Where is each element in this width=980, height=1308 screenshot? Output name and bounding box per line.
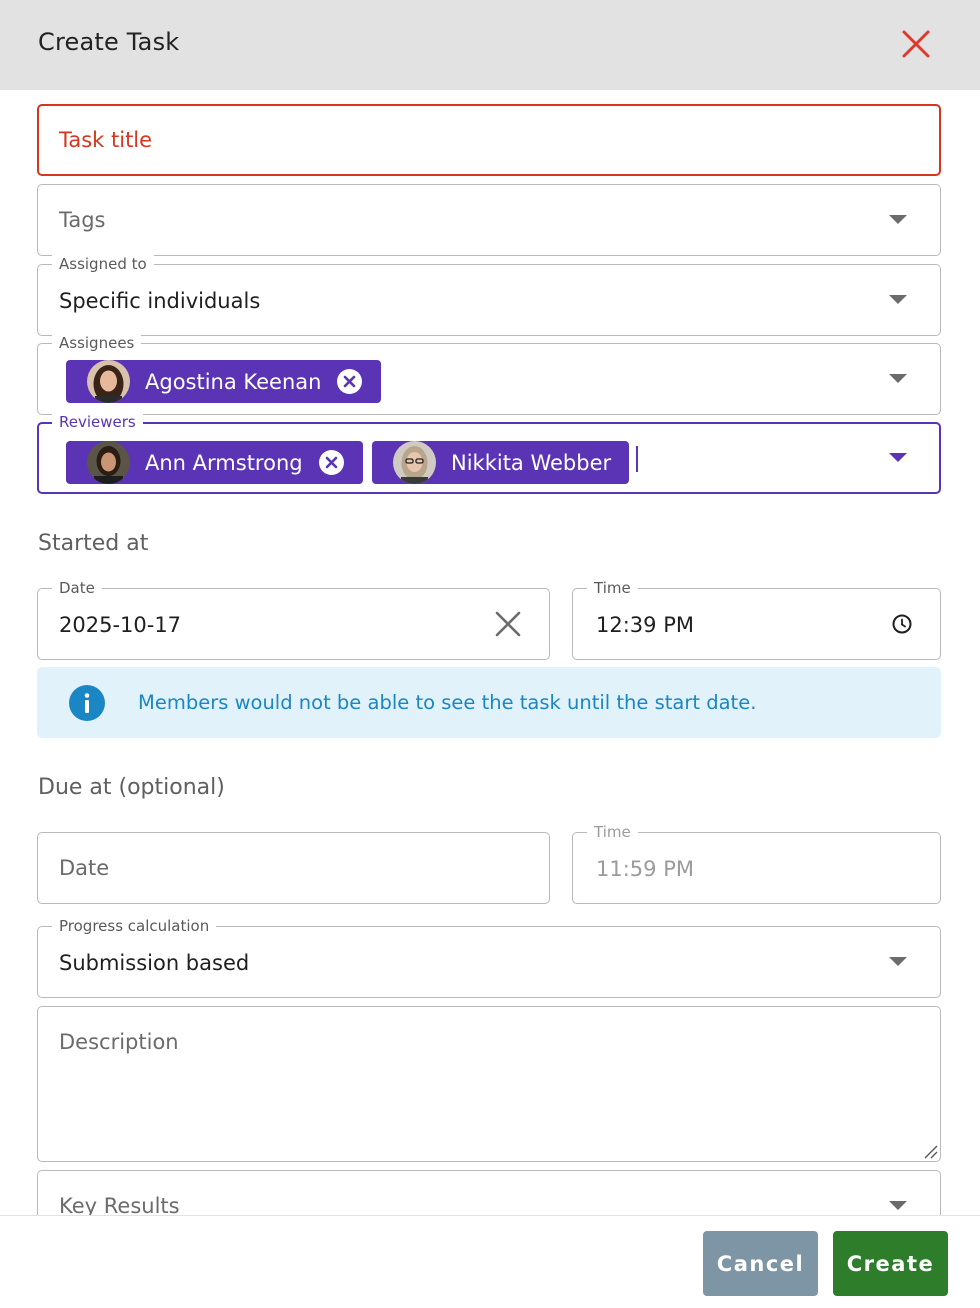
due-time-label: Time xyxy=(587,823,638,841)
description-placeholder: Description xyxy=(59,1030,179,1054)
due-time-field: Time 11:59 PM xyxy=(572,823,941,904)
tags-placeholder: Tags xyxy=(59,208,106,232)
cancel-button[interactable]: Cancel xyxy=(703,1231,818,1296)
reviewer-chip[interactable]: Nikkita Webber xyxy=(372,441,630,484)
start-time-field[interactable]: Time 12:39 PM xyxy=(572,579,941,660)
close-icon[interactable] xyxy=(898,26,934,62)
start-date-field[interactable]: Date 2025-10-17 xyxy=(37,579,550,660)
task-title-input[interactable]: Task title xyxy=(37,104,941,176)
chevron-down-icon[interactable] xyxy=(889,1201,907,1210)
assignees-select[interactable]: Assignees Agostina Keenan xyxy=(37,334,941,415)
due-at-title: Due at (optional) xyxy=(38,775,225,800)
due-date-placeholder: Date xyxy=(59,856,110,880)
info-text: Members would not be able to see the tas… xyxy=(138,691,757,714)
reviewer-name: Ann Armstrong xyxy=(145,450,303,475)
description-textarea[interactable]: Description xyxy=(37,1006,941,1162)
reviewer-name: Nikkita Webber xyxy=(451,450,612,475)
tags-select[interactable]: Tags xyxy=(37,184,941,256)
reviewers-label: Reviewers xyxy=(52,413,143,431)
task-title-placeholder: Task title xyxy=(59,128,153,152)
assignee-chip[interactable]: Agostina Keenan xyxy=(66,360,382,403)
chevron-down-icon[interactable] xyxy=(889,957,907,966)
remove-chip-icon[interactable] xyxy=(336,368,363,395)
assigned-to-value: Specific individuals xyxy=(59,289,261,313)
chevron-down-icon[interactable] xyxy=(889,453,907,462)
create-button[interactable]: Create xyxy=(833,1231,948,1296)
due-date-field[interactable]: Date xyxy=(37,832,550,904)
started-at-title: Started at xyxy=(38,531,149,556)
assignee-name: Agostina Keenan xyxy=(145,369,322,394)
clock-icon[interactable] xyxy=(891,613,913,635)
clear-icon[interactable] xyxy=(494,610,522,638)
avatar xyxy=(87,441,130,484)
progress-calculation-select[interactable]: Progress calculation Submission based xyxy=(37,917,941,998)
reviewer-chip[interactable]: Ann Armstrong xyxy=(66,441,363,484)
assigned-to-select[interactable]: Assigned to Specific individuals xyxy=(37,255,941,336)
chevron-down-icon[interactable] xyxy=(889,215,907,224)
start-date-label: Date xyxy=(52,579,102,597)
progress-calculation-label: Progress calculation xyxy=(52,917,217,935)
resize-handle-icon[interactable] xyxy=(922,1143,938,1159)
due-time-value: 11:59 PM xyxy=(596,857,694,881)
reviewers-select[interactable]: Reviewers Ann Armstrong Nikkita Webber xyxy=(37,413,941,494)
start-time-label: Time xyxy=(587,579,638,597)
dialog-footer: Cancel Create xyxy=(0,1215,980,1308)
info-icon xyxy=(69,685,105,721)
avatar xyxy=(87,360,130,403)
start-time-value: 12:39 PM xyxy=(596,613,694,637)
assigned-to-label: Assigned to xyxy=(52,255,154,273)
avatar xyxy=(393,441,436,484)
dialog-title: Create Task xyxy=(38,28,180,56)
chevron-down-icon[interactable] xyxy=(889,295,907,304)
start-date-value: 2025-10-17 xyxy=(59,613,182,637)
chevron-down-icon[interactable] xyxy=(889,374,907,383)
remove-chip-icon[interactable] xyxy=(318,449,345,476)
start-date-info-alert: Members would not be able to see the tas… xyxy=(37,667,941,738)
dialog-header: Create Task xyxy=(0,0,980,90)
text-caret xyxy=(636,446,638,472)
assignees-label: Assignees xyxy=(52,334,142,352)
progress-calculation-value: Submission based xyxy=(59,951,250,975)
